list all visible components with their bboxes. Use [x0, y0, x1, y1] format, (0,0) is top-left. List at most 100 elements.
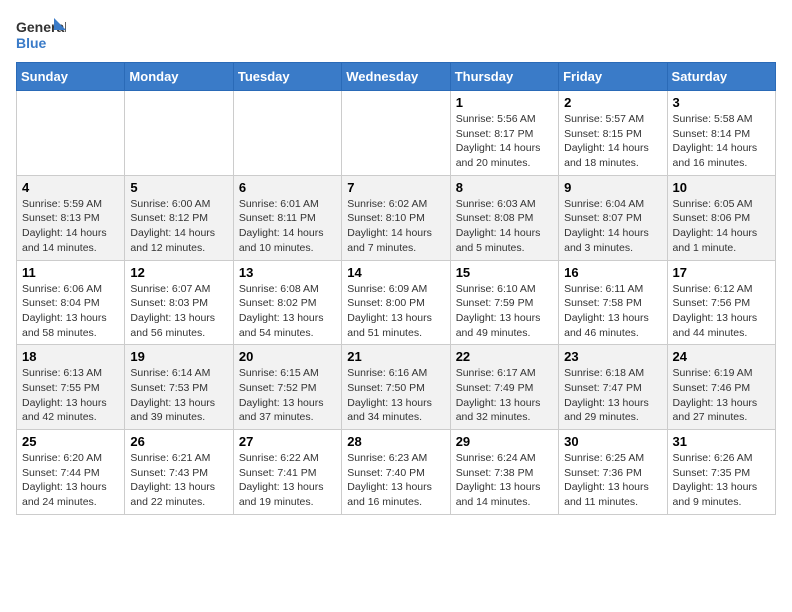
day-number: 23	[564, 349, 661, 364]
header-wednesday: Wednesday	[342, 63, 450, 91]
calendar-cell	[233, 91, 341, 176]
day-info: Sunrise: 5:56 AM Sunset: 8:17 PM Dayligh…	[456, 112, 553, 171]
header-thursday: Thursday	[450, 63, 558, 91]
day-number: 24	[673, 349, 770, 364]
calendar-cell: 6 Sunrise: 6:01 AM Sunset: 8:11 PM Daylig…	[233, 175, 341, 260]
day-number: 29	[456, 434, 553, 449]
calendar-cell: 30Sunrise: 6:25 AM Sunset: 7:36 PM Dayli…	[559, 430, 667, 515]
calendar-cell	[17, 91, 125, 176]
day-number: 9	[564, 180, 661, 195]
calendar-cell: 21 Sunrise: 6:16 AM Sunset: 7:50 PM Dayli…	[342, 345, 450, 430]
day-info: Sunrise: 6:10 AM Sunset: 7:59 PM Dayligh…	[456, 282, 553, 341]
day-info: Sunrise: 6:24 AM Sunset: 7:38 PM Dayligh…	[456, 451, 553, 510]
header-tuesday: Tuesday	[233, 63, 341, 91]
calendar-cell: 8Sunrise: 6:03 AM Sunset: 8:08 PM Daylig…	[450, 175, 558, 260]
calendar-cell: 5 Sunrise: 6:00 AM Sunset: 8:12 PM Daylig…	[125, 175, 233, 260]
calendar-cell: 28Sunrise: 6:23 AM Sunset: 7:40 PM Dayli…	[342, 430, 450, 515]
day-info: Sunrise: 6:07 AM Sunset: 8:03 PM Dayligh…	[130, 282, 227, 341]
calendar-cell: 22 Sunrise: 6:17 AM Sunset: 7:49 PM Dayli…	[450, 345, 558, 430]
calendar-cell: 25 Sunrise: 6:20 AM Sunset: 7:44 PM Dayli…	[17, 430, 125, 515]
day-info: Sunrise: 6:16 AM Sunset: 7:50 PM Dayligh…	[347, 366, 444, 425]
day-number: 30	[564, 434, 661, 449]
day-info: Sunrise: 6:14 AM Sunset: 7:53 PM Dayligh…	[130, 366, 227, 425]
day-info: Sunrise: 6:15 AM Sunset: 7:52 PM Dayligh…	[239, 366, 336, 425]
day-number: 12	[130, 265, 227, 280]
day-number: 4	[22, 180, 119, 195]
calendar-week-5: 25 Sunrise: 6:20 AM Sunset: 7:44 PM Dayli…	[17, 430, 776, 515]
day-info: Sunrise: 6:17 AM Sunset: 7:49 PM Dayligh…	[456, 366, 553, 425]
calendar-table: SundayMondayTuesdayWednesdayThursdayFrid…	[16, 62, 776, 515]
day-info: Sunrise: 6:19 AM Sunset: 7:46 PM Dayligh…	[673, 366, 770, 425]
calendar-cell	[125, 91, 233, 176]
day-number: 11	[22, 265, 119, 280]
calendar-cell: 4 Sunrise: 5:59 AM Sunset: 8:13 PM Daylig…	[17, 175, 125, 260]
header-saturday: Saturday	[667, 63, 775, 91]
calendar-cell: 27 Sunrise: 6:22 AM Sunset: 7:41 PM Dayli…	[233, 430, 341, 515]
day-info: Sunrise: 6:06 AM Sunset: 8:04 PM Dayligh…	[22, 282, 119, 341]
day-number: 5	[130, 180, 227, 195]
day-info: Sunrise: 6:04 AM Sunset: 8:07 PM Dayligh…	[564, 197, 661, 256]
day-info: Sunrise: 6:21 AM Sunset: 7:43 PM Dayligh…	[130, 451, 227, 510]
day-info: Sunrise: 6:01 AM Sunset: 8:11 PM Dayligh…	[239, 197, 336, 256]
calendar-cell: 7Sunrise: 6:02 AM Sunset: 8:10 PM Daylig…	[342, 175, 450, 260]
calendar-cell: 9 Sunrise: 6:04 AM Sunset: 8:07 PM Daylig…	[559, 175, 667, 260]
calendar-week-1: 1 Sunrise: 5:56 AM Sunset: 8:17 PM Daylig…	[17, 91, 776, 176]
day-number: 21	[347, 349, 444, 364]
calendar-cell: 3 Sunrise: 5:58 AM Sunset: 8:14 PM Daylig…	[667, 91, 775, 176]
day-info: Sunrise: 6:05 AM Sunset: 8:06 PM Dayligh…	[673, 197, 770, 256]
day-info: Sunrise: 6:08 AM Sunset: 8:02 PM Dayligh…	[239, 282, 336, 341]
header-monday: Monday	[125, 63, 233, 91]
day-number: 6	[239, 180, 336, 195]
logo: GeneralBlue	[16, 16, 66, 52]
calendar-cell: 26 Sunrise: 6:21 AM Sunset: 7:43 PM Dayli…	[125, 430, 233, 515]
day-info: Sunrise: 6:03 AM Sunset: 8:08 PM Dayligh…	[456, 197, 553, 256]
day-number: 19	[130, 349, 227, 364]
calendar-week-4: 18 Sunrise: 6:13 AM Sunset: 7:55 PM Dayli…	[17, 345, 776, 430]
calendar-cell: 11 Sunrise: 6:06 AM Sunset: 8:04 PM Dayli…	[17, 260, 125, 345]
day-number: 25	[22, 434, 119, 449]
day-info: Sunrise: 6:18 AM Sunset: 7:47 PM Dayligh…	[564, 366, 661, 425]
day-number: 18	[22, 349, 119, 364]
header-sunday: Sunday	[17, 63, 125, 91]
day-info: Sunrise: 6:11 AM Sunset: 7:58 PM Dayligh…	[564, 282, 661, 341]
calendar-cell: 16 Sunrise: 6:11 AM Sunset: 7:58 PM Dayli…	[559, 260, 667, 345]
day-number: 22	[456, 349, 553, 364]
calendar-cell: 13 Sunrise: 6:08 AM Sunset: 8:02 PM Dayli…	[233, 260, 341, 345]
day-info: Sunrise: 6:26 AM Sunset: 7:35 PM Dayligh…	[673, 451, 770, 510]
day-number: 31	[673, 434, 770, 449]
calendar-cell: 2 Sunrise: 5:57 AM Sunset: 8:15 PM Daylig…	[559, 91, 667, 176]
day-info: Sunrise: 6:00 AM Sunset: 8:12 PM Dayligh…	[130, 197, 227, 256]
day-number: 2	[564, 95, 661, 110]
day-info: Sunrise: 6:13 AM Sunset: 7:55 PM Dayligh…	[22, 366, 119, 425]
svg-text:Blue: Blue	[16, 35, 47, 51]
calendar-cell: 24 Sunrise: 6:19 AM Sunset: 7:46 PM Dayli…	[667, 345, 775, 430]
day-number: 1	[456, 95, 553, 110]
day-info: Sunrise: 6:09 AM Sunset: 8:00 PM Dayligh…	[347, 282, 444, 341]
calendar-cell: 18 Sunrise: 6:13 AM Sunset: 7:55 PM Dayli…	[17, 345, 125, 430]
calendar-cell: 15 Sunrise: 6:10 AM Sunset: 7:59 PM Dayli…	[450, 260, 558, 345]
day-number: 27	[239, 434, 336, 449]
day-info: Sunrise: 5:58 AM Sunset: 8:14 PM Dayligh…	[673, 112, 770, 171]
day-number: 26	[130, 434, 227, 449]
calendar-cell: 31 Sunrise: 6:26 AM Sunset: 7:35 PM Dayli…	[667, 430, 775, 515]
day-info: Sunrise: 6:20 AM Sunset: 7:44 PM Dayligh…	[22, 451, 119, 510]
day-info: Sunrise: 5:57 AM Sunset: 8:15 PM Dayligh…	[564, 112, 661, 171]
day-info: Sunrise: 6:02 AM Sunset: 8:10 PM Dayligh…	[347, 197, 444, 256]
calendar-cell	[342, 91, 450, 176]
day-number: 13	[239, 265, 336, 280]
day-info: Sunrise: 5:59 AM Sunset: 8:13 PM Dayligh…	[22, 197, 119, 256]
calendar-cell: 29 Sunrise: 6:24 AM Sunset: 7:38 PM Dayli…	[450, 430, 558, 515]
day-number: 16	[564, 265, 661, 280]
logo-svg: GeneralBlue	[16, 16, 66, 52]
calendar-cell: 17 Sunrise: 6:12 AM Sunset: 7:56 PM Dayli…	[667, 260, 775, 345]
day-info: Sunrise: 6:12 AM Sunset: 7:56 PM Dayligh…	[673, 282, 770, 341]
day-number: 17	[673, 265, 770, 280]
day-number: 3	[673, 95, 770, 110]
calendar-cell: 23 Sunrise: 6:18 AM Sunset: 7:47 PM Dayli…	[559, 345, 667, 430]
day-number: 15	[456, 265, 553, 280]
calendar-cell: 20Sunrise: 6:15 AM Sunset: 7:52 PM Dayli…	[233, 345, 341, 430]
page-header: GeneralBlue	[16, 16, 776, 52]
day-number: 10	[673, 180, 770, 195]
calendar-cell: 12 Sunrise: 6:07 AM Sunset: 8:03 PM Dayli…	[125, 260, 233, 345]
day-info: Sunrise: 6:22 AM Sunset: 7:41 PM Dayligh…	[239, 451, 336, 510]
